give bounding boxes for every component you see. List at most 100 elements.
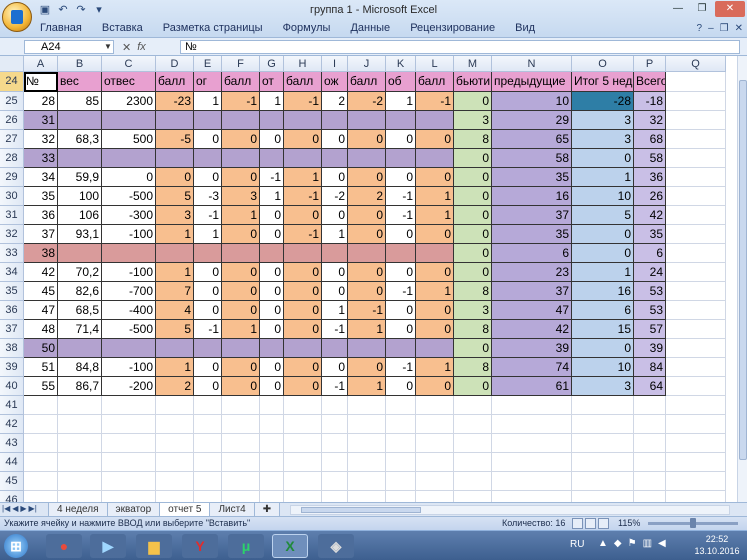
table-cell[interactable]: -28: [572, 92, 634, 111]
table-cell[interactable]: [156, 415, 194, 434]
table-cell[interactable]: [386, 434, 416, 453]
table-cell[interactable]: [322, 339, 348, 358]
table-cell[interactable]: 68,5: [58, 301, 102, 320]
table-cell[interactable]: [222, 396, 260, 415]
header-cell[interactable]: Всего: [634, 72, 666, 92]
table-cell[interactable]: 0: [348, 263, 386, 282]
header-cell[interactable]: балл: [222, 72, 260, 92]
table-cell[interactable]: 45: [24, 282, 58, 301]
table-cell[interactable]: 0: [194, 301, 222, 320]
table-cell[interactable]: [284, 415, 322, 434]
table-cell[interactable]: 0: [572, 225, 634, 244]
table-cell[interactable]: [284, 339, 322, 358]
table-cell[interactable]: 106: [58, 206, 102, 225]
table-cell[interactable]: 64: [634, 377, 666, 396]
table-cell[interactable]: [666, 130, 726, 149]
table-cell[interactable]: -100: [102, 225, 156, 244]
table-cell[interactable]: [284, 434, 322, 453]
table-cell[interactable]: 1: [260, 187, 284, 206]
table-cell[interactable]: 0: [322, 168, 348, 187]
table-cell[interactable]: 0: [260, 225, 284, 244]
table-cell[interactable]: [454, 491, 492, 502]
column-header-q[interactable]: Q: [666, 56, 726, 72]
table-cell[interactable]: 0: [416, 130, 454, 149]
table-cell[interactable]: [666, 92, 726, 111]
table-cell[interactable]: 1: [260, 92, 284, 111]
table-cell[interactable]: 1: [386, 92, 416, 111]
table-cell[interactable]: [58, 244, 102, 263]
minimize-button[interactable]: —: [667, 1, 689, 17]
table-cell[interactable]: [102, 415, 156, 434]
table-cell[interactable]: [156, 434, 194, 453]
table-cell[interactable]: 0: [386, 225, 416, 244]
table-cell[interactable]: 42: [24, 263, 58, 282]
table-cell[interactable]: [24, 453, 58, 472]
table-cell[interactable]: [156, 244, 194, 263]
table-cell[interactable]: 39: [634, 339, 666, 358]
table-cell[interactable]: [58, 434, 102, 453]
table-cell[interactable]: 0: [260, 282, 284, 301]
table-cell[interactable]: [386, 415, 416, 434]
table-cell[interactable]: 0: [222, 168, 260, 187]
table-cell[interactable]: [260, 339, 284, 358]
table-cell[interactable]: 0: [222, 130, 260, 149]
table-cell[interactable]: 10: [492, 92, 572, 111]
table-cell[interactable]: [634, 453, 666, 472]
table-cell[interactable]: 35: [492, 225, 572, 244]
table-cell[interactable]: 1: [348, 320, 386, 339]
cancel-icon[interactable]: ✕: [122, 41, 131, 54]
table-cell[interactable]: 0: [386, 263, 416, 282]
table-cell[interactable]: 39: [492, 339, 572, 358]
table-cell[interactable]: 1: [156, 358, 194, 377]
table-cell[interactable]: 0: [386, 168, 416, 187]
flag-icon[interactable]: ⚑: [628, 538, 637, 549]
table-cell[interactable]: [348, 244, 386, 263]
table-cell[interactable]: 50: [24, 339, 58, 358]
table-cell[interactable]: 0: [454, 244, 492, 263]
table-cell[interactable]: [260, 434, 284, 453]
table-cell[interactable]: 8: [454, 282, 492, 301]
table-cell[interactable]: [222, 434, 260, 453]
table-cell[interactable]: 0: [156, 168, 194, 187]
table-cell[interactable]: 0: [284, 206, 322, 225]
table-cell[interactable]: [572, 491, 634, 502]
table-cell[interactable]: 0: [386, 320, 416, 339]
table-cell[interactable]: 58: [634, 149, 666, 168]
table-cell[interactable]: [24, 415, 58, 434]
table-cell[interactable]: 0: [222, 301, 260, 320]
table-cell[interactable]: 51: [24, 358, 58, 377]
table-cell[interactable]: 53: [634, 282, 666, 301]
table-cell[interactable]: 4: [156, 301, 194, 320]
table-cell[interactable]: [24, 491, 58, 502]
sheet-tab-equator[interactable]: экватор: [106, 503, 161, 517]
tray-app-icon[interactable]: ◆: [614, 538, 622, 549]
table-cell[interactable]: [348, 472, 386, 491]
header-cell[interactable]: балл: [284, 72, 322, 92]
table-cell[interactable]: -1: [284, 92, 322, 111]
table-cell[interactable]: -400: [102, 301, 156, 320]
table-cell[interactable]: 68: [634, 130, 666, 149]
torrent-taskbar-icon[interactable]: μ: [228, 534, 264, 558]
tab-insert[interactable]: Вставка: [102, 22, 143, 34]
page-layout-view-button[interactable]: [585, 518, 596, 529]
table-cell[interactable]: 24: [634, 263, 666, 282]
row-header[interactable]: 31: [0, 206, 24, 225]
table-cell[interactable]: [284, 396, 322, 415]
table-cell[interactable]: 34: [24, 168, 58, 187]
table-cell[interactable]: 48: [24, 320, 58, 339]
table-cell[interactable]: 1: [284, 168, 322, 187]
column-header-g[interactable]: G: [260, 56, 284, 72]
table-cell[interactable]: [634, 472, 666, 491]
table-cell[interactable]: [284, 111, 322, 130]
zoom-level[interactable]: 115%: [618, 517, 640, 530]
table-cell[interactable]: [454, 415, 492, 434]
prev-sheet-icon[interactable]: ◀: [12, 504, 18, 513]
table-cell[interactable]: 70,2: [58, 263, 102, 282]
table-cell[interactable]: 84: [634, 358, 666, 377]
table-cell[interactable]: 15: [572, 320, 634, 339]
table-cell[interactable]: 0: [260, 301, 284, 320]
table-cell[interactable]: 33: [24, 149, 58, 168]
table-cell[interactable]: 1: [322, 301, 348, 320]
table-cell[interactable]: -1: [260, 168, 284, 187]
table-cell[interactable]: [322, 149, 348, 168]
